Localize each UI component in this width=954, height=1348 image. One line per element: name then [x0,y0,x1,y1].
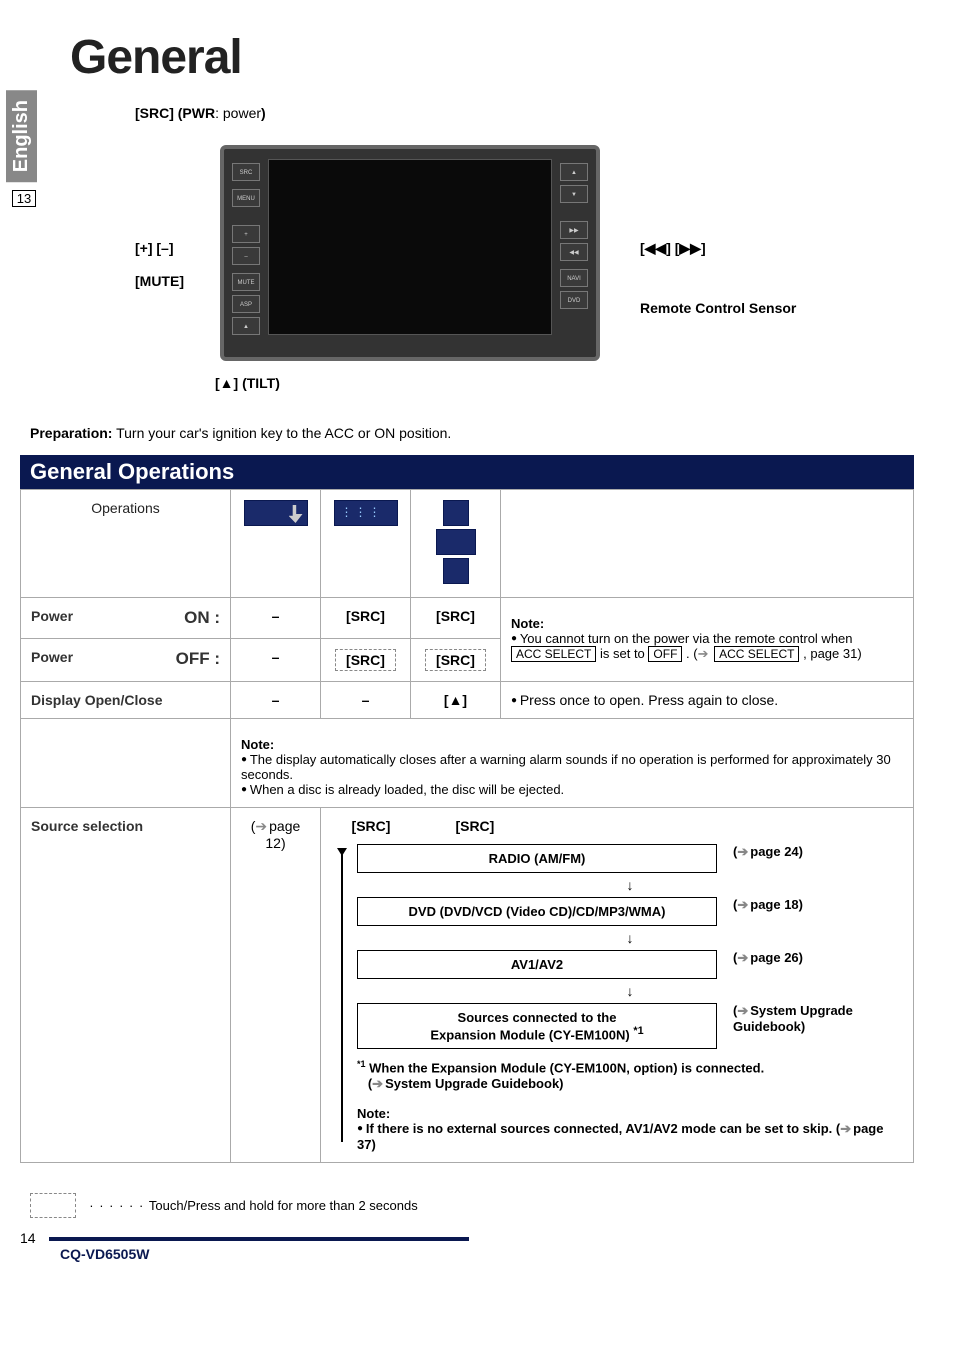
preparation-label: Preparation: [30,425,112,441]
touch-icon [244,500,308,526]
unit-icon [421,500,490,587]
power-note-bullet: You cannot turn on the power via the rem… [511,631,903,662]
row-display: Display Open/Close – – [▲] Press once to… [21,682,914,719]
device-illustration: SRC MENU + – MUTE ASP ▲ ▲ ▼ ▶▶ ◀◀ NAVI D… [220,145,600,361]
device-btn-menu: MENU [232,189,260,207]
power-off-sub: OFF : [176,649,220,669]
device-diagram: [SRC] (PWR: power) [+] [–] [MUTE] [◀◀] [… [80,105,914,405]
arrow-icon [698,646,711,661]
flow-skip-note: Note: If there is no external sources co… [357,1106,903,1152]
dots-icon [89,1198,149,1213]
flow-dvd-ref: (page 18) [733,897,903,913]
prev-next-label: [◀◀] [▶▶] [640,240,706,257]
col-remote-icon [321,490,411,598]
power-off-label: Power [31,649,73,665]
display-note-1: The display automatically closes after a… [241,752,903,782]
col-unit-icon [411,490,501,598]
device-btn-dvd: DVD [560,291,588,309]
section-header: General Operations [20,455,914,489]
remote-icon [334,500,398,526]
power-on-c1: – [231,598,321,639]
flow-expansion: Sources connected to the Expansion Modul… [357,1003,717,1049]
key-acc-select-2: ACC SELECT [714,646,799,662]
tilt-label: [▲] (TILT) [215,375,280,391]
power-off-c1: – [231,639,321,682]
key-acc-select-1: ACC SELECT [511,646,596,662]
flow-radio: RADIO (AM/FM) [357,844,717,873]
display-c1: – [231,682,321,719]
display-note-2: When a disc is already loaded, the disc … [241,782,903,797]
power-off-c3: [SRC] [411,639,501,682]
source-flow: RADIO (AM/FM) (page 24) ↓ DVD (DVD/VCD (… [331,844,903,1152]
device-btn-album-dn: ▼ [560,185,588,203]
flow-dvd: DVD (DVD/VCD (Video CD)/CD/MP3/WMA) [357,897,717,926]
device-btn-vol-dn: – [232,247,260,265]
dashed-box-icon [30,1193,76,1218]
model-number: CQ-VD6505W [60,1246,149,1262]
key-off: OFF [648,646,682,662]
page-number: 14 [20,1230,36,1246]
device-btn-vol-up: + [232,225,260,243]
power-on-c2: [SRC] [321,598,411,639]
power-note-cell: Note: You cannot turn on the power via t… [501,598,914,682]
device-btn-album-up: ▲ [560,163,588,181]
page-footer: 14 CQ-VD6505W [20,1230,914,1262]
device-btn-src: SRC [232,163,260,181]
device-btn-tilt: ▲ [232,317,260,335]
device-btn-mute: MUTE [232,273,260,291]
language-label: English [6,90,37,182]
power-on-label: Power [31,608,73,624]
col-desc [501,490,914,598]
power-note-label: Note: [511,616,544,631]
source-c3: [SRC] [435,818,515,834]
power-on-sub: ON : [184,608,220,628]
preparation: Preparation: Turn your car's ignition ke… [30,425,914,441]
footer-rule [49,1237,469,1241]
flow-radio-ref: (page 24) [733,844,903,860]
page-title: General [70,30,914,85]
operations-table: Operations Power ON : – [SRC] [SRC] Note… [20,489,914,1163]
flow-arrow-icon: ↓ [357,983,903,999]
source-c1: (page 12) [231,808,321,1163]
vol-buttons-label: [+] [–] [135,240,174,256]
flow-arrow-icon: ↓ [357,877,903,893]
source-c2: [SRC] [331,818,411,834]
flow-loop-line [341,850,343,1142]
power-off-c2: [SRC] [321,639,411,682]
row-source: Source selection (page 12) [SRC] [SRC] R… [21,808,914,1163]
side-page-ref: 13 [12,190,36,207]
device-btn-navi: NAVI [560,269,588,287]
display-note-label: Note: [241,737,274,752]
col-operations: Operations [21,490,231,598]
power-on-c3: [SRC] [411,598,501,639]
display-desc: Press once to open. Press again to close… [501,682,914,719]
flow-av-ref: (page 26) [733,950,903,966]
row-display-note: Note: The display automatically closes a… [21,719,914,808]
src-pwr-label: [SRC] (PWR: power) [135,105,266,121]
hold-legend: Touch/Press and hold for more than 2 sec… [30,1193,914,1218]
row-power-on: Power ON : – [SRC] [SRC] Note: You canno… [21,598,914,639]
mute-label: [MUTE] [135,273,184,289]
language-tab: English 13 [6,90,42,190]
device-btn-prev: ◀◀ [560,243,588,261]
device-btn-asp: ASP [232,295,260,313]
preparation-text: Turn your car's ignition key to the ACC … [112,425,451,441]
display-label: Display Open/Close [21,682,231,719]
flow-footnote: *1 When the Expansion Module (CY-EM100N,… [357,1059,903,1091]
flow-arrow-icon: ↓ [357,930,903,946]
device-screen [268,159,552,335]
display-c3: [▲] [411,682,501,719]
flow-av: AV1/AV2 [357,950,717,979]
flow-expansion-ref: (System UpgradeGuidebook) [733,1003,903,1034]
col-touch-icon [231,490,321,598]
remote-sensor-label: Remote Control Sensor [640,300,796,316]
source-label: Source selection [21,808,231,1163]
legend-text: Touch/Press and hold for more than 2 sec… [149,1198,418,1213]
display-c2: – [321,682,411,719]
device-btn-next: ▶▶ [560,221,588,239]
